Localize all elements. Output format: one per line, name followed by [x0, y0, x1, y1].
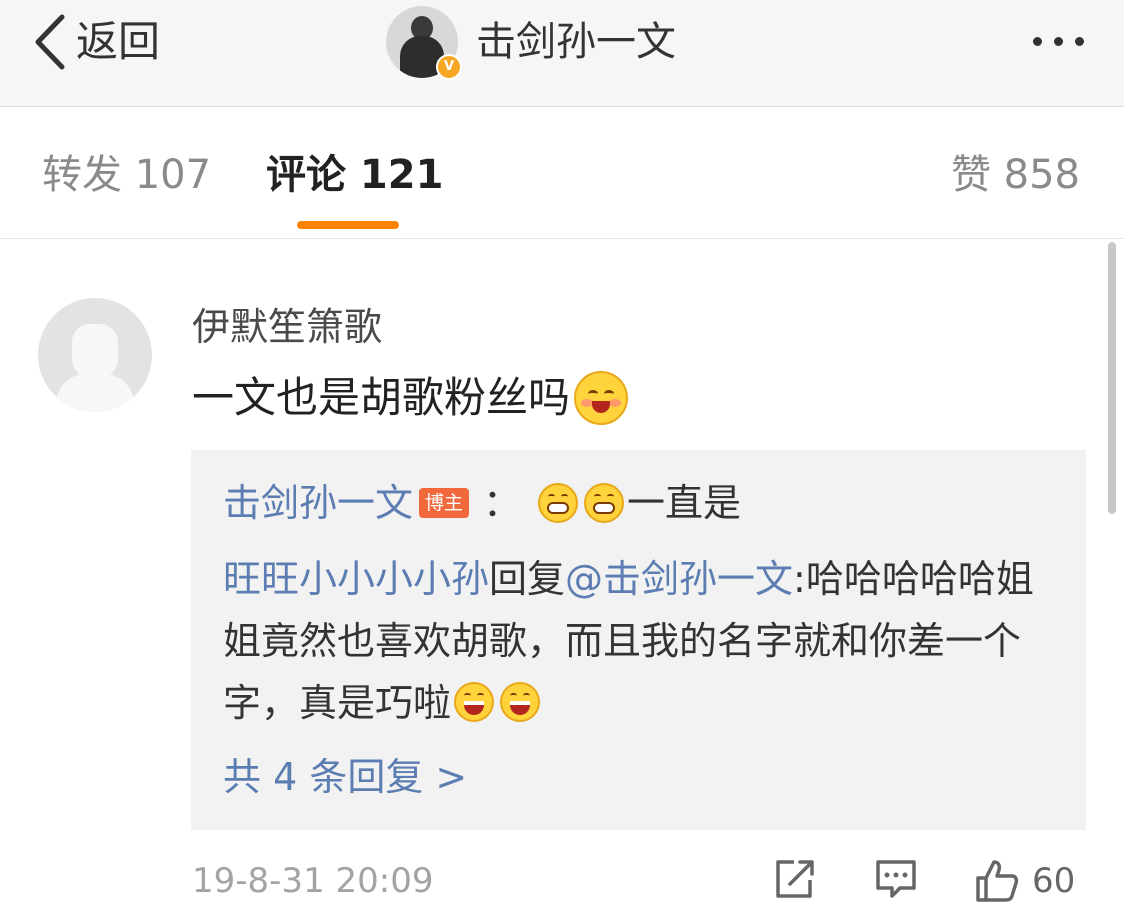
reply-item: 旺旺小小小小孙回复@击剑孙一文:哈哈哈哈哈姐姐竟然也喜欢胡歌，而且我的名字就和你…: [223, 548, 1063, 734]
comment-icon[interactable]: [874, 856, 918, 902]
reply-separator: ：: [483, 481, 522, 525]
top-navigation-bar: 返回 击剑孙一文 V: [0, 0, 1124, 107]
comment-text: 一文也是胡歌粉丝吗: [192, 368, 629, 428]
chevron-left-icon: [35, 14, 65, 70]
back-button[interactable]: 返回: [30, 12, 160, 72]
avatar-placeholder-body: [56, 374, 134, 412]
like-count: 60: [1032, 861, 1076, 901]
more-dots-icon: [1033, 36, 1042, 46]
grin-emoji-icon: [538, 483, 579, 523]
verified-badge-icon: V: [436, 54, 462, 80]
reply-mention[interactable]: @击剑孙一文: [565, 557, 793, 601]
reply-word: 回复: [489, 557, 566, 601]
reply-item: 击剑孙一文 博主 ： 一直是: [223, 472, 741, 534]
page-title: 击剑孙一文: [476, 19, 676, 65]
emoji-teeth: [547, 502, 570, 514]
emoji-eye: [548, 494, 556, 499]
more-dots-icon: [1075, 36, 1084, 46]
emoji-eye: [477, 693, 485, 698]
profile-header[interactable]: 击剑孙一文: [386, 6, 676, 78]
tab-repost[interactable]: 转发 107: [42, 147, 211, 203]
laugh-emoji-icon: [500, 682, 541, 722]
emoji-eye: [604, 390, 615, 398]
reply-text: 一直是: [627, 481, 742, 525]
emoji-eye: [510, 693, 518, 698]
tab-comments[interactable]: 评论 121: [266, 147, 443, 203]
emoji-blush: [609, 399, 622, 407]
tab-bar: 转发 107 评论 121 赞 858: [0, 107, 1124, 239]
more-dots-icon: [1054, 36, 1063, 46]
thumbs-up-icon: [976, 860, 1019, 902]
share-icon[interactable]: [772, 856, 816, 902]
commenter-name[interactable]: 伊默笙箫歌: [192, 300, 382, 354]
reply-thread[interactable]: 击剑孙一文 博主 ： 一直是 旺旺小小小小孙回复@击剑孙一文:哈哈哈哈哈姐姐竟然…: [191, 450, 1086, 830]
reply-author[interactable]: 旺旺小小小小孙: [223, 557, 489, 601]
emoji-eye: [588, 390, 599, 398]
emoji-eye: [523, 693, 531, 698]
commenter-avatar[interactable]: [38, 298, 152, 412]
tab-likes[interactable]: 赞 858: [951, 147, 1080, 203]
active-tab-indicator: [297, 221, 399, 229]
back-label: 返回: [76, 17, 161, 66]
shy-smile-emoji-icon: [574, 371, 629, 425]
avatar-placeholder-head: [72, 324, 118, 380]
laugh-emoji-icon: [454, 682, 495, 722]
emoji-mouth: [464, 701, 485, 715]
view-all-replies-link[interactable]: 共 4 条回复 >: [223, 746, 467, 808]
emoji-eye: [607, 494, 615, 499]
emoji-teeth: [593, 502, 616, 514]
emoji-eye: [464, 693, 472, 698]
grin-emoji-icon: [584, 483, 625, 523]
comment-body: 一文也是胡歌粉丝吗: [192, 373, 571, 422]
emoji-eye: [594, 494, 602, 499]
emoji-mouth: [592, 401, 611, 413]
more-options-button[interactable]: [1033, 30, 1084, 52]
like-button[interactable]: 60: [974, 856, 1075, 906]
comment-timestamp: 19-8-31 20:09: [192, 861, 434, 901]
author-badge: 博主: [419, 488, 470, 518]
scrollbar[interactable]: [1108, 242, 1116, 514]
emoji-mouth: [510, 701, 531, 715]
reply-author[interactable]: 击剑孙一文: [223, 472, 413, 534]
emoji-eye: [561, 494, 569, 499]
